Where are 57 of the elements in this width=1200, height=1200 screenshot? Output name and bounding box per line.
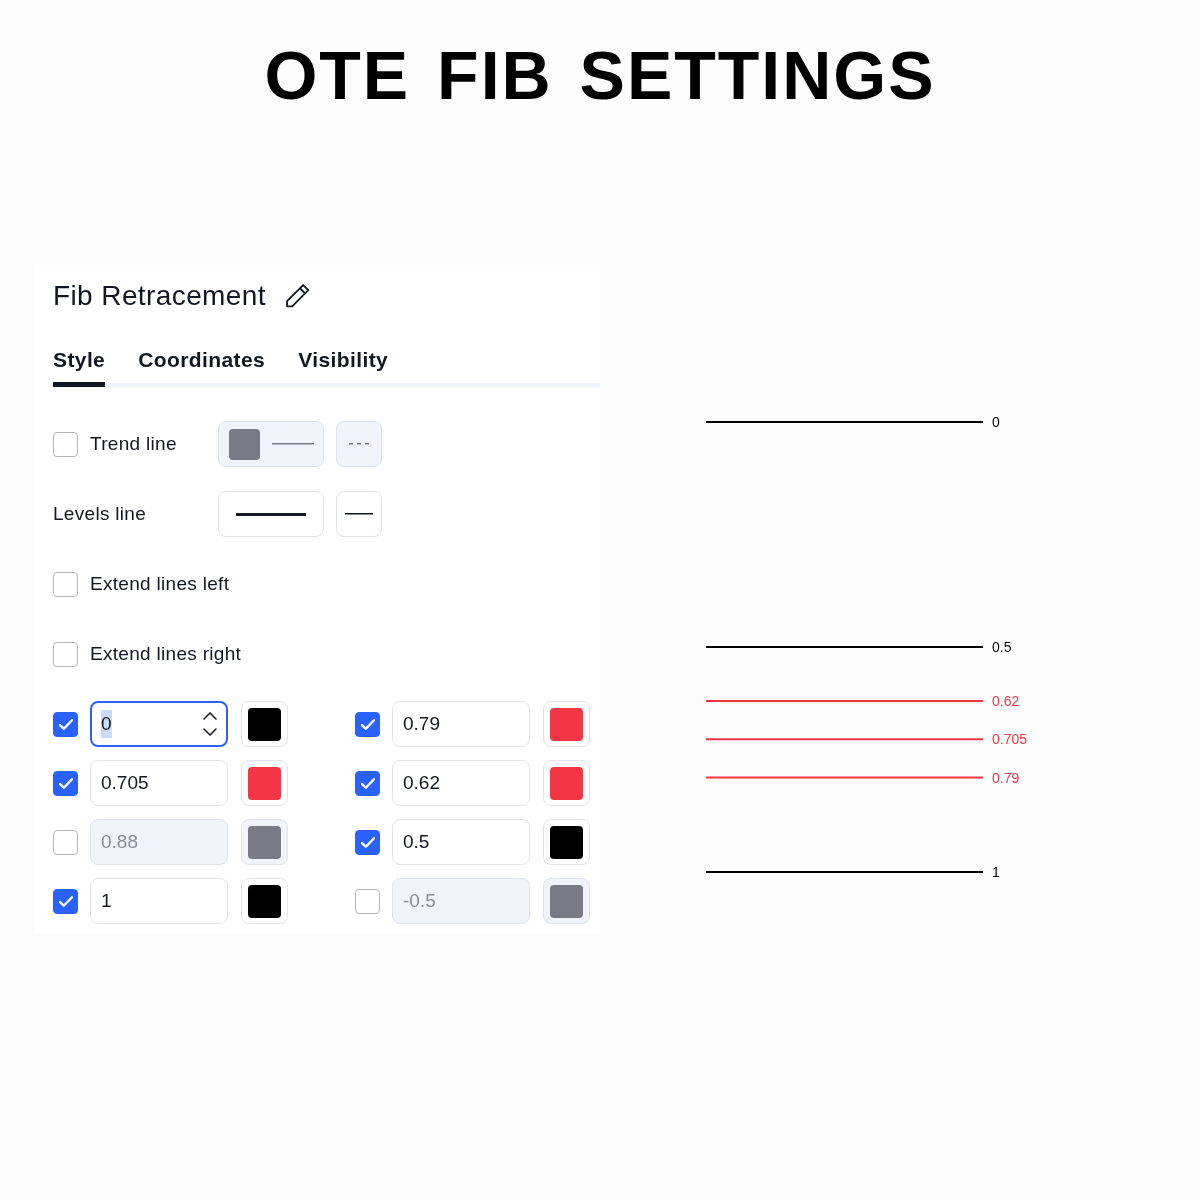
option-label: Extend lines left: [90, 571, 230, 596]
level-label: 0.79: [992, 769, 1020, 786]
color-button[interactable]: [543, 701, 590, 747]
option-label: Trend line: [90, 431, 177, 456]
page-title: OTE FIB SETTINGS: [263, 36, 937, 115]
checkbox[interactable]: [53, 770, 78, 796]
dialog-title: Fib Retracement: [53, 279, 266, 313]
checkbox[interactable]: [53, 888, 78, 914]
line-color-button[interactable]: [218, 491, 324, 537]
level-label: 0.5: [992, 639, 1012, 655]
checkmark-icon: [58, 777, 73, 789]
level-input[interactable]: 0.79: [392, 701, 530, 747]
checkbox[interactable]: [53, 829, 78, 855]
color-button[interactable]: [241, 760, 288, 806]
level-input[interactable]: 0.5: [392, 819, 530, 865]
tab[interactable]: Coordinates: [138, 345, 266, 387]
checkmark-icon: [360, 777, 375, 789]
color-swatch-icon: [228, 428, 260, 460]
checkbox[interactable]: [355, 888, 380, 914]
level-label: 0.62: [992, 693, 1020, 709]
line-style-button[interactable]: [336, 491, 382, 537]
checkmark-icon: [58, 718, 73, 730]
color-button[interactable]: [543, 819, 590, 865]
dashed-line-icon: [349, 443, 369, 445]
checkbox[interactable]: [355, 711, 380, 737]
chevron-down-icon[interactable]: [203, 728, 217, 736]
checkbox[interactable]: [355, 829, 380, 855]
line-icon: [236, 512, 306, 516]
tab[interactable]: Visibility: [298, 345, 389, 387]
level-input[interactable]: 0.705: [90, 760, 228, 806]
line-icon: [271, 443, 314, 445]
level-input[interactable]: 1: [90, 878, 228, 924]
level-input[interactable]: 0.62: [392, 760, 530, 806]
level-label: 0.705: [992, 731, 1028, 748]
color-button[interactable]: [241, 878, 288, 924]
option-label: Extend lines right: [90, 641, 242, 666]
line-icon: [345, 513, 373, 515]
level-label: 0: [992, 414, 1000, 430]
pencil-icon[interactable]: [285, 284, 310, 308]
color-button[interactable]: [543, 878, 590, 924]
chevron-up-icon[interactable]: [203, 712, 217, 720]
checkbox[interactable]: [53, 641, 78, 667]
level-label: 1: [992, 864, 1000, 880]
checkbox[interactable]: [53, 431, 78, 457]
checkmark-icon: [360, 718, 375, 730]
checkmark-icon: [58, 895, 73, 907]
checkmark-icon: [360, 836, 375, 848]
option-label: Levels line: [53, 501, 147, 526]
color-button[interactable]: [241, 701, 288, 747]
line-color-button[interactable]: [218, 421, 324, 467]
color-button[interactable]: [241, 819, 288, 865]
color-button[interactable]: [543, 760, 590, 806]
level-input[interactable]: 0: [90, 701, 228, 747]
checkbox[interactable]: [355, 770, 380, 796]
checkbox[interactable]: [53, 571, 78, 597]
tab[interactable]: Style: [53, 345, 106, 387]
checkbox[interactable]: [53, 711, 78, 737]
